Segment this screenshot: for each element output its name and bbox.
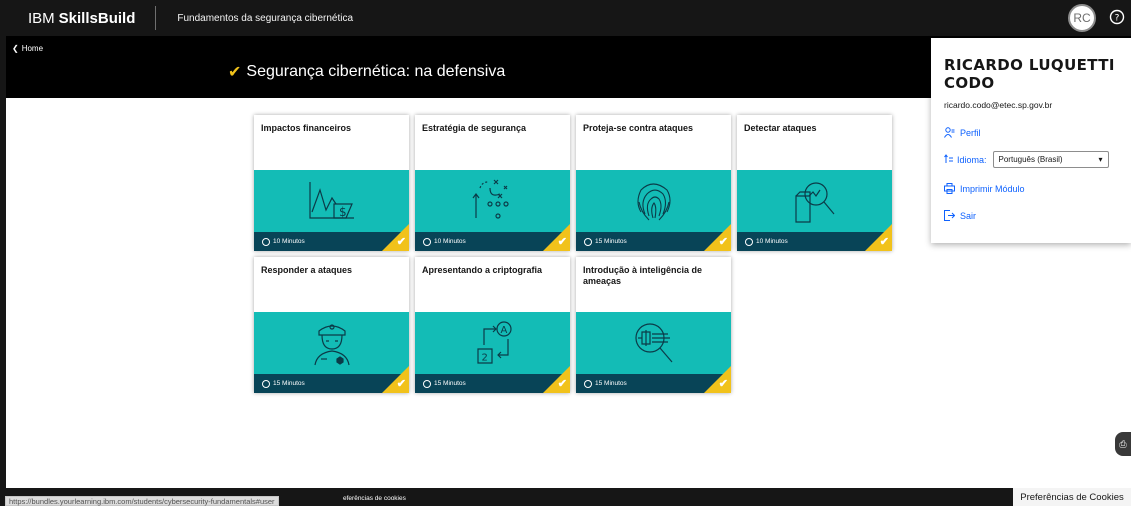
logout-label: Sair — [960, 210, 977, 221]
left-edge-bar — [0, 36, 6, 506]
clock-icon — [262, 379, 270, 388]
language-select-value: Português (Brasil) — [998, 155, 1063, 164]
profile-link[interactable]: Perfil — [944, 127, 981, 138]
module-title: ✔ Segurança cibernética: na defensiva — [228, 62, 505, 82]
user-icon — [944, 127, 955, 138]
check-icon: ✔ — [718, 236, 728, 248]
card-duration-text: 10 Minutos — [273, 238, 305, 245]
print-module-label: Imprimir Módulo — [960, 183, 1025, 194]
profile-link-label: Perfil — [960, 127, 981, 138]
card-title: Apresentando a criptografia — [422, 265, 543, 275]
printer-icon — [944, 183, 955, 194]
card-duration-text: 10 Minutos — [756, 238, 788, 245]
clock-icon — [584, 379, 592, 388]
checkmark-icon: ✔ — [228, 64, 242, 81]
check-icon: ✔ — [557, 236, 567, 248]
profile-email: ricardo.codo@etec.sp.gov.br — [944, 100, 1053, 110]
brand-logo[interactable]: IBM SkillsBuild — [0, 10, 135, 27]
card-duration-text: 15 Minutos — [434, 380, 466, 387]
brand-ibm: IBM — [28, 9, 55, 27]
clock-icon — [423, 379, 431, 388]
clock-icon — [584, 237, 592, 246]
home-link-label: Home — [21, 44, 44, 53]
top-navigation-bar: IBM SkillsBuild Fundamentos da segurança… — [0, 0, 1131, 36]
encryption-icon: A2 — [476, 321, 512, 364]
language-label: Idioma: — [957, 154, 987, 165]
printer-icon: ⎙ — [1119, 438, 1127, 449]
language-select[interactable]: Português (Brasil) ▾ — [992, 151, 1109, 168]
card-title: Impactos financeiros — [261, 123, 352, 133]
course-card-respond[interactable]: Responder a ataques 15 Minutos ✔ — [254, 257, 409, 393]
card-image — [737, 170, 892, 232]
svg-text:2: 2 — [481, 353, 487, 364]
course-card-threat-intel[interactable]: Introdução à inteligência de ameaças 15 … — [576, 257, 731, 393]
magnifier-document-icon — [794, 182, 834, 223]
print-floating-button[interactable]: ⎙ — [1115, 432, 1131, 456]
check-icon: ✔ — [396, 236, 406, 248]
check-icon: ✔ — [557, 378, 567, 390]
clock-icon — [745, 237, 753, 246]
card-title: Responder a ataques — [261, 265, 353, 275]
header-divider — [155, 6, 157, 30]
help-circle-icon: ? — [1109, 9, 1125, 25]
clock-icon — [423, 237, 431, 246]
course-card-cryptography[interactable]: Apresentando a criptografia A2 15 Minuto… — [415, 257, 570, 393]
fingerprint-icon — [636, 183, 671, 221]
course-card-protect[interactable]: Proteja-se contra ataques 15 Minutos ✔ — [576, 115, 731, 251]
financial-chart-icon: $ — [308, 182, 354, 219]
language-row: Idioma: Português (Brasil) ▾ — [944, 151, 1109, 168]
card-image — [415, 170, 570, 232]
course-card-detect[interactable]: Detectar ataques 10 Minutos ✔ — [737, 115, 892, 251]
sort-icon — [944, 154, 953, 163]
cookie-preferences-link[interactable]: eferências de cookies — [343, 495, 406, 502]
svg-text:$: $ — [339, 205, 347, 219]
print-module-link[interactable]: Imprimir Módulo — [944, 183, 1025, 194]
card-title: Estratégia de segurança — [422, 123, 527, 133]
user-avatar-button[interactable]: RC — [1068, 4, 1096, 32]
card-duration-text: 15 Minutos — [273, 380, 305, 387]
check-icon: ✔ — [396, 378, 406, 390]
cookie-preferences-button[interactable]: Preferências de Cookies — [1013, 488, 1131, 506]
logout-icon — [944, 210, 955, 221]
card-image — [576, 170, 731, 232]
course-card-financial[interactable]: Impactos financeiros $ 10 Minutos ✔ — [254, 115, 409, 251]
card-image: A2 — [415, 312, 570, 374]
logout-link[interactable]: Sair — [944, 210, 976, 221]
chevron-down-icon: ▾ — [1098, 155, 1103, 164]
help-button[interactable]: ? — [1106, 6, 1128, 28]
course-card-strategy[interactable]: Estratégia de segurança 10 Minutos ✔ — [415, 115, 570, 251]
card-image — [576, 312, 731, 374]
check-icon: ✔ — [718, 378, 728, 390]
course-name: Fundamentos da segurança cibernética — [177, 12, 354, 24]
module-title-text: Segurança cibernética: na defensiva — [246, 63, 506, 80]
status-bar-url: https://bundles.yourlearning.ibm.com/stu… — [5, 496, 279, 506]
profile-menu: RICARDO LUQUETTI CODO ricardo.codo@etec.… — [931, 38, 1131, 243]
threat-intel-icon — [634, 323, 672, 363]
card-duration-text: 15 Minutos — [595, 238, 627, 245]
card-image: $ — [254, 170, 409, 232]
home-link[interactable]: ❮ Home — [12, 44, 43, 53]
clock-icon — [262, 237, 270, 246]
security-guard-icon — [313, 324, 350, 366]
card-duration-text: 10 Minutos — [434, 238, 466, 245]
card-image — [254, 312, 409, 374]
card-title: Introdução à inteligência de ameaças — [583, 265, 703, 286]
profile-name: RICARDO LUQUETTI CODO — [944, 56, 1115, 92]
svg-text:A: A — [500, 325, 507, 336]
brand-skillsbuild: SkillsBuild — [58, 9, 136, 27]
card-title: Proteja-se contra ataques — [583, 123, 694, 133]
check-icon: ✔ — [879, 236, 889, 248]
svg-text:?: ? — [1115, 14, 1120, 24]
card-duration-text: 15 Minutos — [595, 380, 627, 387]
card-title: Detectar ataques — [744, 123, 817, 133]
chevron-left-icon: ❮ — [12, 44, 19, 53]
strategy-play-icon — [472, 179, 509, 219]
